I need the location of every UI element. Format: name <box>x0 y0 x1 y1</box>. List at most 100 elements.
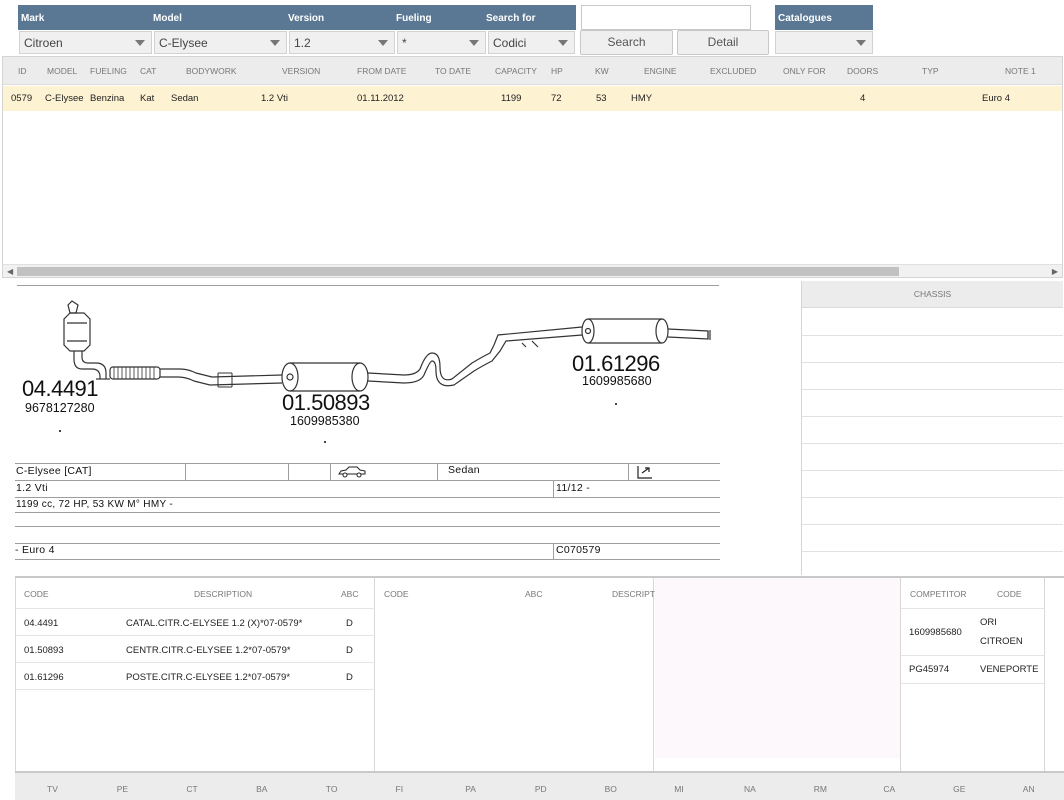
search-for-select[interactable]: Codici <box>488 31 575 54</box>
search-button[interactable]: Search <box>580 30 673 55</box>
divider <box>15 526 720 527</box>
column-header[interactable]: DOORS <box>847 66 878 76</box>
column-header[interactable]: COMPETITOR <box>910 589 967 599</box>
table-row[interactable]: PG45974 VENEPORTE <box>901 656 1045 683</box>
region-tab[interactable]: TV <box>47 784 58 794</box>
oe-number-centre: 1609985380 <box>290 414 360 428</box>
column-header[interactable]: NOTE 1 <box>1005 66 1036 76</box>
column-header[interactable]: ID <box>18 66 27 76</box>
region-tab[interactable]: CT <box>186 784 197 794</box>
divider <box>802 524 1063 525</box>
divider <box>15 480 720 481</box>
column-header[interactable]: ABC <box>525 589 542 599</box>
column-header[interactable]: MODEL <box>47 66 77 76</box>
region-tab[interactable]: NA <box>744 784 756 794</box>
divider <box>15 512 720 513</box>
part-number-centre[interactable]: 01.50893 <box>282 390 370 416</box>
region-tab[interactable]: MI <box>674 784 683 794</box>
column-header[interactable]: TYP <box>922 66 939 76</box>
cell-version: 1.2 Vti <box>261 93 288 104</box>
search-input[interactable] <box>581 5 751 30</box>
region-tab[interactable]: AN <box>1023 784 1035 794</box>
detail-button[interactable]: Detail <box>677 30 769 55</box>
column-header[interactable]: CODE <box>384 589 409 599</box>
catalogues-select[interactable] <box>775 31 873 54</box>
divider <box>802 497 1063 498</box>
legend-version: 1.2 Vti <box>16 482 48 494</box>
search-for-value: Codici <box>493 36 527 50</box>
column-header[interactable]: FUELING <box>90 66 127 76</box>
model-select[interactable]: C-Elysee <box>154 31 287 54</box>
competitor-table: COMPETITOR CODE 1609985680 ORI CITROEN P… <box>900 578 1045 771</box>
column-header[interactable]: ABC <box>341 589 358 599</box>
oe-number-catalyst: 9678127280 <box>25 401 95 415</box>
table-row[interactable]: 01.61296 POSTE.CITR.C-ELYSEE 1.2*07-0579… <box>16 663 375 690</box>
cell-cat: Kat <box>140 93 155 104</box>
divider <box>802 551 1063 552</box>
preview-area <box>655 578 900 758</box>
cell-capacity: 1199 <box>501 93 522 104</box>
cell-kw: 53 <box>596 93 607 104</box>
table-row[interactable]: 01.50893 CENTR.CITR.C-ELYSEE 1.2*07-0579… <box>16 636 375 663</box>
region-tab[interactable]: BO <box>605 784 617 794</box>
table-row[interactable]: 04.4491 CATAL.CITR.C-ELYSEE 1.2 (X)*07-0… <box>16 609 375 636</box>
part-description: POSTE.CITR.C-ELYSEE 1.2*07-0579* <box>126 672 291 683</box>
part-abc: D <box>346 618 353 629</box>
divider <box>802 470 1063 471</box>
region-tab[interactable]: TO <box>326 784 338 794</box>
region-tab[interactable]: RM <box>814 784 827 794</box>
version-select[interactable]: 1.2 <box>289 31 395 54</box>
column-header[interactable]: BODYWORK <box>186 66 237 76</box>
mark-select[interactable]: Citroen <box>19 31 152 54</box>
column-header[interactable]: VERSION <box>282 66 320 76</box>
scrollbar-thumb[interactable] <box>17 267 899 276</box>
region-tab[interactable]: PE <box>117 784 128 794</box>
exhaust-diagram: 04.4491 9678127280 01.50893 1609985380 0… <box>12 283 720 563</box>
column-header[interactable]: ENGINE <box>644 66 677 76</box>
column-header[interactable]: TO DATE <box>435 66 471 76</box>
scroll-right-icon[interactable]: ▶ <box>1052 267 1058 276</box>
competitor-code: PG45974 <box>909 664 950 675</box>
divider <box>16 689 375 690</box>
column-header[interactable]: HP <box>551 66 563 76</box>
part-number-catalyst[interactable]: 04.4491 <box>22 376 99 402</box>
column-header[interactable]: CAT <box>140 66 156 76</box>
region-tab[interactable]: CA <box>883 784 895 794</box>
column-header[interactable]: EXCLUDED <box>710 66 756 76</box>
region-tab[interactable]: PD <box>535 784 547 794</box>
divider <box>802 335 1063 336</box>
legend-body: Sedan <box>448 464 480 476</box>
column-header[interactable]: DESCRIPT <box>612 589 655 599</box>
scroll-left-icon[interactable]: ◀ <box>7 267 13 276</box>
column-header[interactable]: KW <box>595 66 609 76</box>
region-tab[interactable]: FI <box>396 784 404 794</box>
fueling-select[interactable]: * <box>397 31 486 54</box>
marker-dot <box>324 441 326 443</box>
exhaust-exit-icon <box>637 466 652 479</box>
part-description: CATAL.CITR.C-ELYSEE 1.2 (X)*07-0579* <box>126 618 303 629</box>
column-header[interactable]: CODE <box>24 589 49 599</box>
divider <box>628 463 629 480</box>
competitor-brand: CITROEN <box>980 636 1023 647</box>
column-header[interactable]: FROM DATE <box>357 66 406 76</box>
legend-model: C-Elysee [CAT] <box>16 465 92 477</box>
mark-value: Citroen <box>24 36 63 50</box>
column-header[interactable]: ONLY FOR <box>783 66 826 76</box>
parts-section: CODE DESCRIPTION ABC 04.4491 CATAL.CITR.… <box>15 576 1064 771</box>
parts-table: CODE DESCRIPTION ABC 04.4491 CATAL.CITR.… <box>15 578 375 771</box>
table-row[interactable]: 1609985680 ORI CITROEN <box>901 609 1045 655</box>
table-row[interactable]: 0579 C-Elysee Benzina Kat Sedan 1.2 Vti … <box>3 86 1062 111</box>
rear-pipe-drawing <box>367 326 583 387</box>
version-label: Version <box>288 13 325 24</box>
column-header[interactable]: CAPACITY <box>495 66 537 76</box>
horizontal-scrollbar[interactable]: ◀ ▶ <box>3 264 1062 277</box>
competitor-brand: ORI <box>980 617 997 628</box>
region-tab[interactable]: GE <box>953 784 965 794</box>
region-tab[interactable]: PA <box>465 784 476 794</box>
divider <box>15 463 720 464</box>
legend-code: C070579 <box>556 544 601 556</box>
column-header[interactable]: CODE <box>997 589 1022 599</box>
region-tab[interactable]: BA <box>256 784 267 794</box>
column-header[interactable]: DESCRIPTION <box>194 589 252 599</box>
rear-silencer-drawing <box>581 318 711 344</box>
